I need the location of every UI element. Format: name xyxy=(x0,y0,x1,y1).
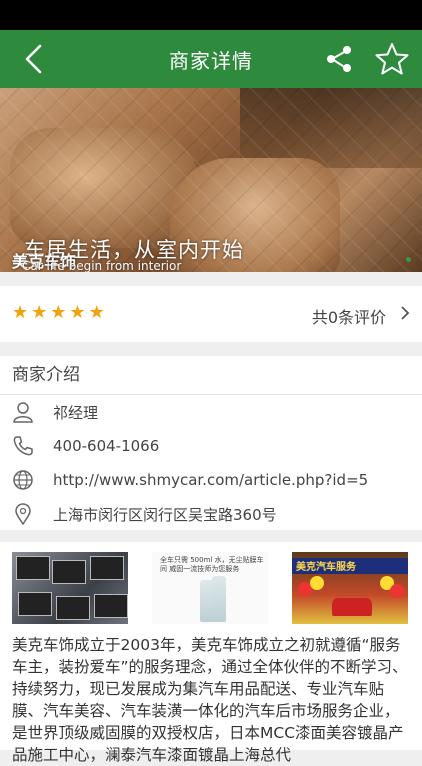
star-icon: ★ xyxy=(31,302,48,323)
globe-icon xyxy=(12,469,34,491)
back-arrow-icon xyxy=(25,44,42,74)
star-icon: ★ xyxy=(12,302,29,323)
star-icon: ★ xyxy=(50,302,67,323)
app-header: 商家详情 xyxy=(0,30,422,88)
gallery-image-3[interactable]: 美克汽车服务 xyxy=(292,552,408,624)
carousel-indicator xyxy=(406,257,411,262)
back-button[interactable] xyxy=(8,30,58,88)
star-icon: ★ xyxy=(88,302,105,323)
contact-row: 祁经理 xyxy=(0,395,422,429)
banner-image[interactable]: 车居生活，从室内开始 美克车饰 Car life begin from inte… xyxy=(0,88,422,272)
star-outline-icon xyxy=(375,43,409,75)
website-link: http://www.shmycar.com/article.php?id=5 xyxy=(53,471,369,489)
person-icon xyxy=(12,401,34,423)
favorite-button[interactable] xyxy=(367,30,417,88)
star-icon: ★ xyxy=(69,302,86,323)
phone-icon xyxy=(12,435,34,457)
website-row[interactable]: http://www.shmycar.com/article.php?id=5 xyxy=(0,463,422,497)
merchant-description: 美克车饰成立于2003年，美克车饰成立之初就遵循“服务车主，装扮爱车”的服务理念… xyxy=(12,636,408,764)
section-title: 商家介绍 xyxy=(0,356,422,395)
contact-name: 祁经理 xyxy=(53,403,99,422)
share-icon xyxy=(327,46,351,72)
page-title: 商家详情 xyxy=(169,48,253,73)
address-row[interactable]: 上海市闵行区闵行区吴宝路360号 xyxy=(0,497,422,531)
rating-row[interactable]: ★ ★ ★ ★ ★ 共0条评价 xyxy=(0,286,422,342)
storefront-sign: 美克汽车服务 xyxy=(292,558,408,574)
merchant-gallery: 全车只需 500ml 水，无尘贴膜车间 威固一流技师为您服务 美克汽车服务 美克… xyxy=(0,542,422,764)
status-bar xyxy=(0,0,422,30)
address-text: 上海市闵行区闵行区吴宝路360号 xyxy=(53,505,277,524)
gallery-image-2[interactable]: 全车只需 500ml 水，无尘贴膜车间 威固一流技师为您服务 xyxy=(152,552,268,624)
banner-slogan-en: Car life begin from interior xyxy=(22,259,182,272)
gallery-image-caption: 全车只需 500ml 水，无尘贴膜车间 威固一流技师为您服务 xyxy=(160,556,264,573)
review-count: 共0条评价 xyxy=(311,308,386,327)
share-button[interactable] xyxy=(314,30,364,88)
merchant-intro-section: 商家介绍 祁经理 400-604-1066 http://www.shmycar… xyxy=(0,356,422,530)
phone-number: 400-604-1066 xyxy=(53,437,160,455)
location-pin-icon xyxy=(12,503,34,525)
gallery-image-1[interactable] xyxy=(12,552,128,624)
chevron-right-icon xyxy=(401,306,410,320)
rating-stars: ★ ★ ★ ★ ★ xyxy=(12,304,105,322)
phone-row[interactable]: 400-604-1066 xyxy=(0,429,422,463)
